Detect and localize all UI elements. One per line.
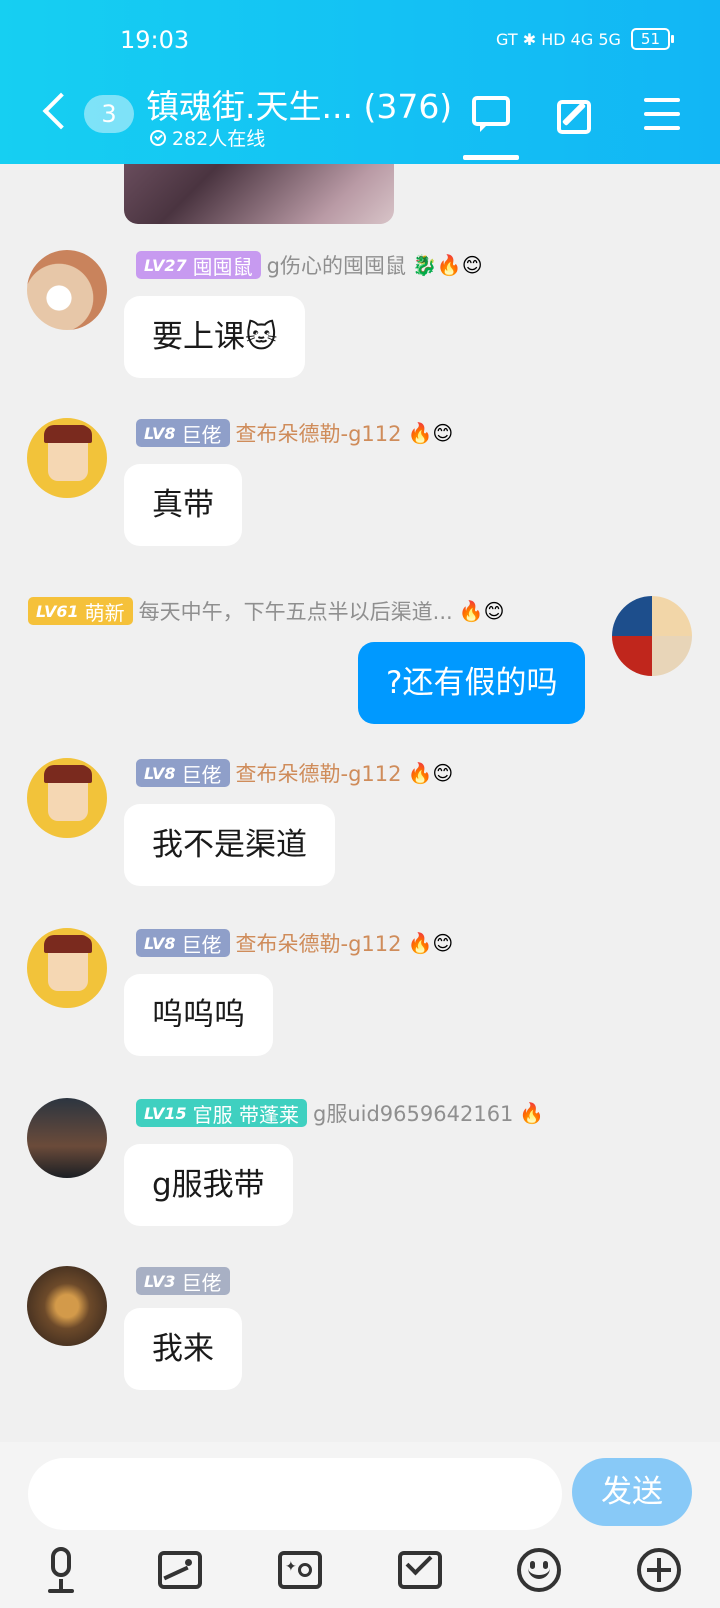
sender-meta: LV3 巨佬 (136, 1266, 230, 1296)
badge-emoji: 🔥😊 (458, 599, 505, 623)
online-check-icon (150, 129, 166, 146)
badge-emoji: 🔥😊 (407, 421, 454, 445)
level-badge: LV27 囤囤鼠 (136, 251, 261, 279)
battery-icon: 51 (630, 28, 675, 50)
input-area: 发送 ✦ (0, 1442, 720, 1608)
unread-count-badge[interactable]: 3 (84, 95, 134, 133)
chat-header: 19:03 GT ✱ HD 4G 5G 51 3 镇魂街.天生... (376)… (0, 0, 720, 164)
image-icon[interactable] (155, 1545, 205, 1595)
tab-underline (463, 155, 519, 160)
online-status: 282人在线 (150, 124, 265, 151)
avatar[interactable] (27, 1266, 107, 1346)
status-time: 19:03 (120, 26, 190, 54)
avatar[interactable] (27, 250, 107, 330)
level-badge: LV61 萌新 (28, 597, 133, 625)
message-bubble-mine[interactable]: ?还有假的吗 (358, 642, 586, 724)
sender-name[interactable]: 查布朵德勒-g112 (236, 418, 402, 448)
send-button[interactable]: 发送 (572, 1458, 692, 1526)
sender-name[interactable]: g伤心的囤囤鼠 (267, 250, 406, 280)
chat-message-list[interactable]: LV27 囤囤鼠 g伤心的囤囤鼠 🐉🔥😊 要上课🐱 LV8 巨佬 查布朵德勒-g11… (0, 164, 720, 1442)
level-badge: LV8 巨佬 (136, 419, 230, 447)
message-bubble[interactable]: 真带 (124, 464, 242, 546)
sender-name[interactable]: 每天中午，下午五点半以后渠道... (139, 596, 453, 626)
badge-emoji: 🔥 (519, 1101, 545, 1125)
sender-meta: LV8 巨佬 查布朵德勒-g112 🔥😊 (136, 418, 453, 448)
chat-tab-icon[interactable] (470, 94, 514, 138)
avatar[interactable] (27, 758, 107, 838)
avatar[interactable] (27, 1098, 107, 1178)
message-bubble[interactable]: 要上课🐱 (124, 296, 306, 378)
sender-meta: LV8 巨佬 查布朵德勒-g112 🔥😊 (136, 758, 453, 788)
microphone-icon[interactable] (36, 1545, 86, 1595)
badge-emoji: 🔥😊 (407, 761, 454, 785)
back-button[interactable] (40, 90, 70, 136)
menu-icon[interactable] (642, 94, 686, 138)
avatar[interactable] (612, 596, 692, 676)
level-badge: LV15 官服 带蓬莱 (136, 1099, 307, 1127)
post-edit-icon[interactable] (555, 94, 599, 138)
emoji-icon[interactable] (514, 1545, 564, 1595)
image-message[interactable] (124, 164, 394, 224)
badge-emoji: 🐉🔥😊 (411, 253, 483, 277)
message-bubble[interactable]: 呜呜呜 (124, 974, 273, 1056)
sender-meta: LV15 官服 带蓬莱 g服uid9659642161 🔥 (136, 1098, 544, 1128)
camera-icon[interactable]: ✦ (275, 1545, 325, 1595)
sender-meta: LV27 囤囤鼠 g伤心的囤囤鼠 🐉🔥😊 (136, 250, 483, 280)
avatar[interactable] (27, 928, 107, 1008)
network-icons: GT ✱ HD 4G 5G (496, 29, 621, 49)
status-icons: GT ✱ HD 4G 5G 51 (496, 28, 675, 50)
avatar[interactable] (27, 418, 107, 498)
online-count: 282人在线 (172, 128, 266, 150)
red-packet-icon[interactable] (395, 1545, 445, 1595)
level-badge: LV8 巨佬 (136, 759, 230, 787)
message-input[interactable] (28, 1458, 562, 1530)
sender-meta: LV8 巨佬 查布朵德勒-g112 🔥😊 (136, 928, 453, 958)
message-bubble[interactable]: g服我带 (124, 1144, 293, 1226)
sender-name[interactable]: g服uid9659642161 (313, 1098, 513, 1128)
badge-emoji: 🔥😊 (407, 931, 454, 955)
message-bubble[interactable]: 我来 (124, 1308, 242, 1390)
sender-name[interactable]: 查布朵德勒-g112 (236, 758, 402, 788)
level-badge: LV3 巨佬 (136, 1267, 230, 1295)
sender-name[interactable]: 查布朵德勒-g112 (236, 928, 402, 958)
group-title[interactable]: 镇魂街.天生... (376) (146, 80, 452, 128)
message-bubble[interactable]: 我不是渠道 (124, 804, 335, 886)
plus-icon[interactable] (634, 1545, 684, 1595)
level-badge: LV8 巨佬 (136, 929, 230, 957)
sender-meta: LV61 萌新 每天中午，下午五点半以后渠道... 🔥😊 (28, 596, 504, 626)
